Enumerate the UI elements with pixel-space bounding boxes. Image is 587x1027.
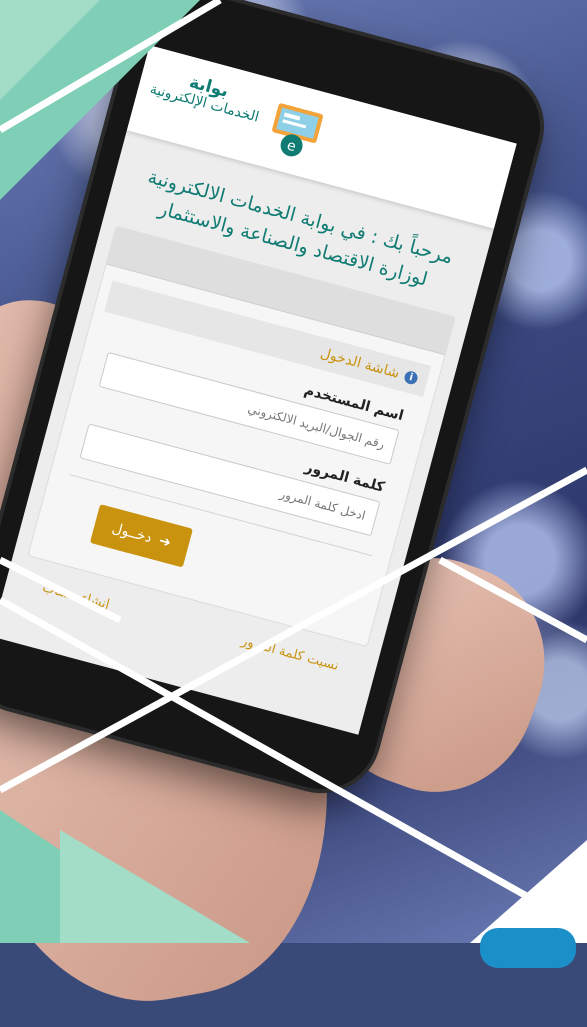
forgot-password-link[interactable]: نسيت كلمة المرور — [240, 633, 340, 673]
login-card: i شاشة الدخول اسم المستخدم رقم الجوال/ال… — [27, 225, 456, 674]
login-button-label: دخــول — [110, 520, 154, 547]
create-account-link[interactable]: إنشاء حساب — [41, 580, 111, 612]
info-icon: i — [403, 369, 420, 386]
login-button[interactable]: ➔ دخــول — [89, 504, 193, 568]
portal-name: بوابة الخدمات الإلكترونية — [148, 64, 265, 126]
corner-button[interactable] — [480, 928, 576, 968]
arrow-left-icon: ➔ — [157, 532, 173, 552]
e-services-logo-icon: e — [272, 103, 323, 157]
login-header-label: شاشة الدخول — [318, 345, 402, 382]
